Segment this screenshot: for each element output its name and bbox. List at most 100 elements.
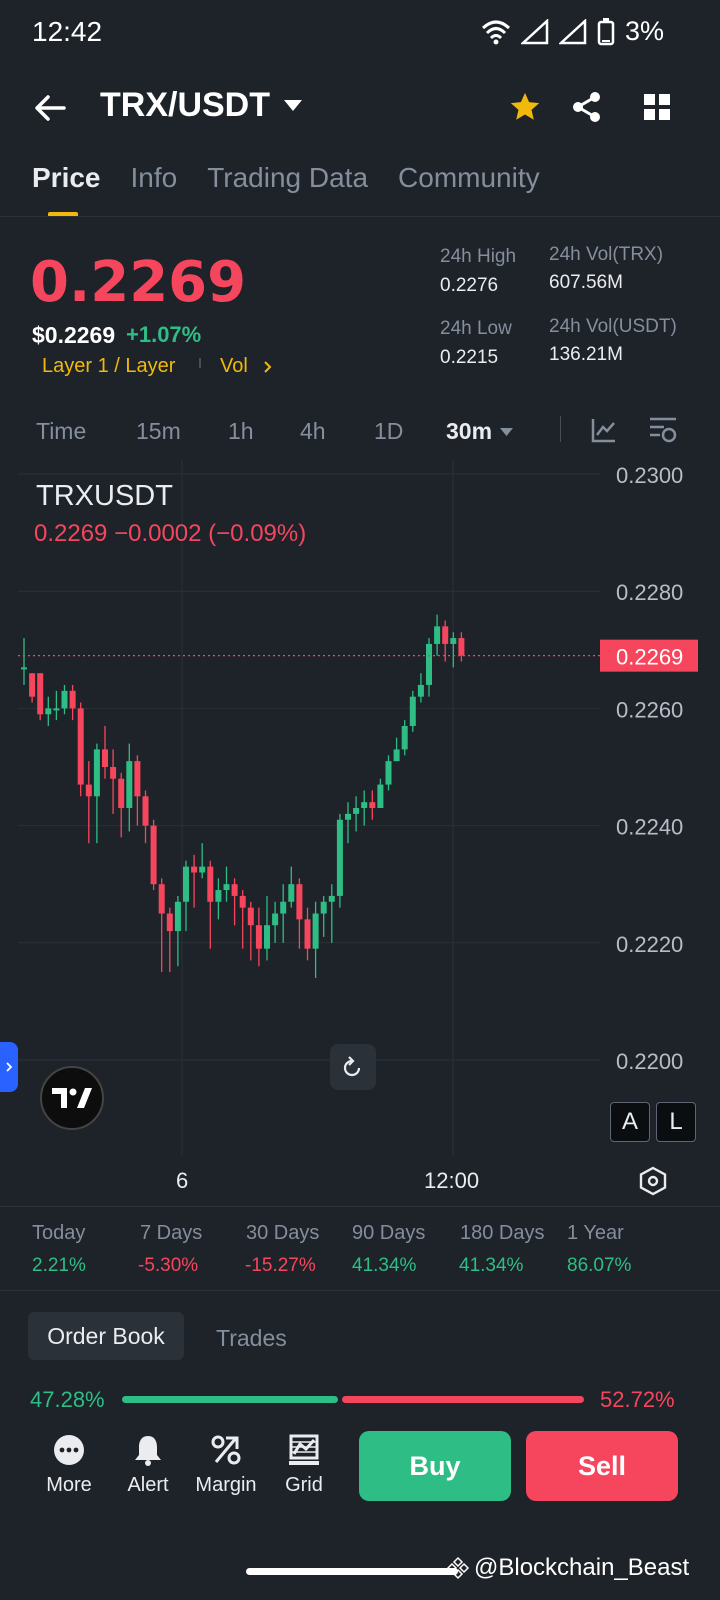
candle-body: [353, 808, 360, 814]
tab-info[interactable]: Info: [131, 162, 178, 194]
candle-body: [312, 913, 319, 949]
last-price: 0.2269: [30, 250, 247, 315]
share-icon: [573, 92, 600, 122]
tab-trades[interactable]: Trades: [216, 1325, 287, 1352]
vol-tag-label: Vol: [220, 355, 248, 377]
candle-body: [183, 866, 189, 902]
back-button[interactable]: [30, 88, 70, 128]
grid-apps-icon: [644, 94, 670, 120]
low-value: 0.2215: [440, 347, 499, 368]
log-scale-button[interactable]: L: [656, 1102, 696, 1142]
refresh-icon: [343, 1056, 361, 1077]
signal-icon: [520, 18, 549, 44]
candle-body: [417, 684, 424, 697]
candle-body: [345, 813, 351, 820]
arrow-left-icon: [35, 95, 66, 121]
tab-trading-data[interactable]: Trading Data: [207, 162, 368, 194]
margin-button[interactable]: Margin: [186, 1434, 266, 1497]
candle-body: [85, 784, 92, 797]
candle-body: [126, 761, 133, 809]
alert-button[interactable]: Alert: [108, 1434, 188, 1497]
candle-body: [239, 895, 246, 908]
price-usd: $0.2269: [32, 322, 116, 348]
more-dots-icon: [54, 1435, 84, 1465]
candle-body: [385, 761, 392, 785]
perf-label: 7 Days: [140, 1222, 203, 1244]
reset-chart-button[interactable]: [330, 1044, 376, 1090]
chart-indicator-icon: [591, 419, 615, 443]
tab-price[interactable]: Price: [32, 162, 101, 194]
more-button[interactable]: More: [29, 1434, 109, 1497]
interval-time[interactable]: Time: [36, 418, 86, 445]
candle-body: [166, 913, 173, 932]
candle-body: [320, 901, 327, 914]
perf-label: 90 Days: [352, 1222, 426, 1244]
candle-body: [450, 638, 457, 644]
chart-config-button[interactable]: [636, 1164, 670, 1198]
perf-label: 30 Days: [246, 1222, 320, 1244]
more-apps-button[interactable]: [638, 88, 676, 126]
candle-body: [264, 925, 270, 949]
candle-body: [223, 884, 230, 891]
interval-1h[interactable]: 1h: [228, 418, 254, 445]
interval-15m[interactable]: 15m: [136, 418, 181, 445]
candle-body: [142, 796, 149, 826]
chart-divider: [0, 1206, 720, 1207]
indicator-button[interactable]: [588, 414, 620, 446]
high-label: 24h High: [440, 246, 517, 267]
tab-order-book[interactable]: Order Book: [28, 1312, 184, 1360]
chart-settings-button[interactable]: [646, 414, 680, 446]
more-label: More: [46, 1474, 92, 1496]
star-icon: [510, 92, 540, 120]
perf-label: Today: [32, 1222, 86, 1244]
interval-4h[interactable]: 4h: [300, 418, 326, 445]
x-axis-label: 12:00: [424, 1168, 480, 1193]
vol-trx-value: 607.56M: [549, 272, 623, 293]
status-time: 12:42: [32, 16, 103, 47]
vol-tag[interactable]: Vol: [220, 355, 272, 378]
candle-body: [53, 708, 60, 711]
candle-body: [369, 802, 376, 809]
candle-body: [77, 708, 84, 785]
tradingview-icon: [52, 1088, 92, 1108]
candle-body: [304, 919, 311, 949]
favorite-button[interactable]: [506, 88, 544, 126]
candle-body: [61, 690, 68, 709]
category-tag[interactable]: Layer 1 / Layer: [42, 355, 175, 378]
candle-body: [174, 901, 181, 932]
candle-body: [21, 667, 27, 670]
buy-ratio-bar: [122, 1396, 338, 1403]
y-tick-label: 0.2200: [616, 1049, 683, 1074]
main-tabs: Price Info Trading Data Community: [32, 162, 540, 194]
tradingview-logo[interactable]: [40, 1066, 104, 1130]
interval-1d[interactable]: 1D: [374, 418, 403, 445]
chevron-right-icon: [6, 1062, 13, 1072]
auto-scale-button[interactable]: A: [610, 1102, 650, 1142]
candle-body: [158, 884, 165, 914]
buy-button[interactable]: Buy: [359, 1431, 511, 1501]
candle-body: [328, 895, 335, 902]
grid-button[interactable]: Grid: [264, 1434, 344, 1497]
y-tick-label: 0.2220: [616, 932, 683, 957]
candle-body: [102, 749, 108, 767]
perf-divider: [0, 1290, 720, 1291]
pair-title: TRX/USDT: [100, 86, 270, 124]
interval-selected[interactable]: 30m: [446, 418, 514, 445]
candle-body: [401, 725, 408, 750]
candle-body: [215, 890, 222, 902]
sell-button[interactable]: Sell: [526, 1431, 678, 1501]
high-value: 0.2276: [440, 275, 499, 296]
tab-community[interactable]: Community: [398, 162, 540, 194]
candle-body: [442, 626, 449, 644]
candle-body: [255, 925, 262, 949]
caret-down-icon: [500, 427, 514, 436]
home-indicator[interactable]: [246, 1568, 458, 1575]
share-button[interactable]: [568, 88, 606, 126]
pair-selector[interactable]: TRX/USDT: [100, 86, 302, 125]
candle-body: [336, 819, 343, 896]
buy-percent: 47.28%: [30, 1387, 105, 1412]
candle-body: [231, 884, 238, 896]
side-panel-handle[interactable]: [0, 1042, 18, 1092]
margin-label: Margin: [195, 1474, 257, 1496]
candle-body: [280, 901, 287, 914]
